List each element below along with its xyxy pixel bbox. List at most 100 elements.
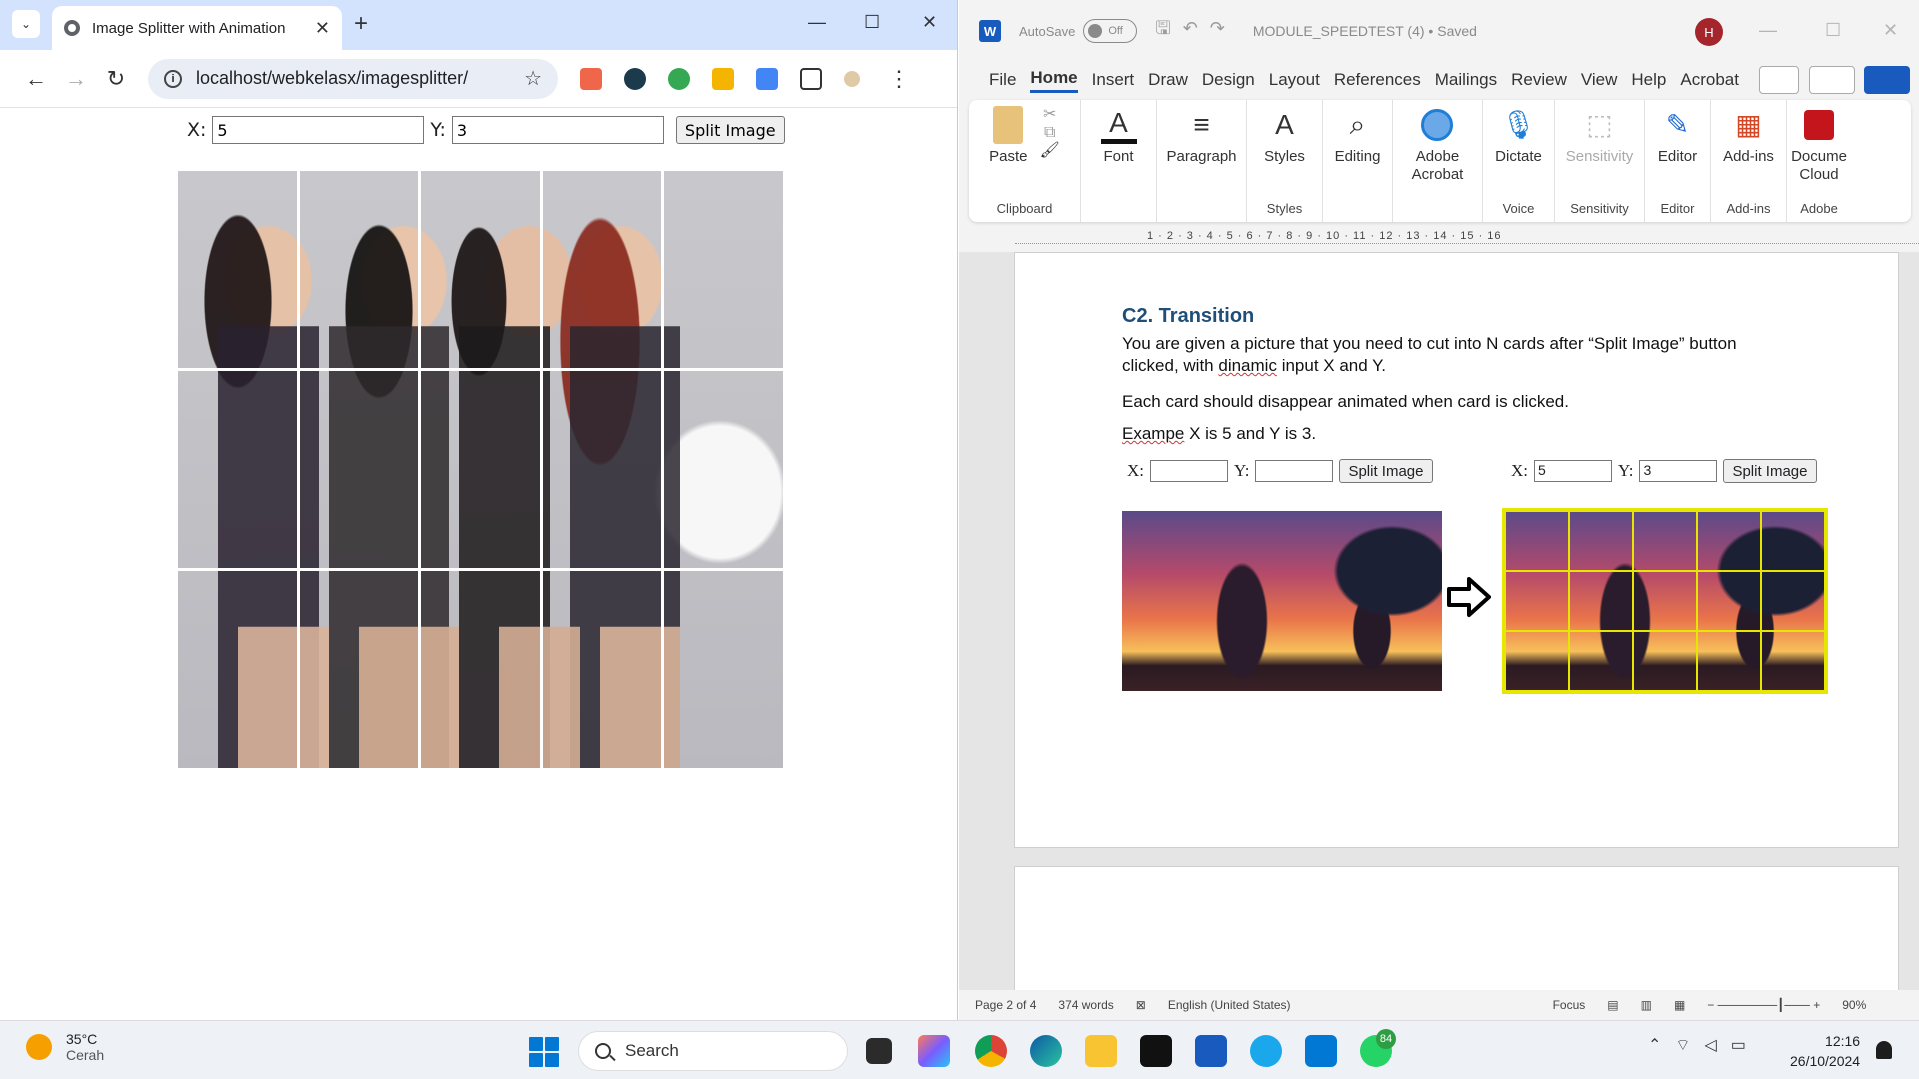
system-tray-icons[interactable]: ⌃⌔◁▭ [1648, 1035, 1760, 1055]
user-avatar[interactable]: H [1695, 18, 1723, 46]
tab-file[interactable]: File [989, 70, 1016, 90]
image-card[interactable] [664, 171, 783, 368]
browser-tab[interactable]: Image Splitter with Animation ✕ [52, 6, 342, 50]
profile-icon[interactable] [844, 70, 860, 87]
tab-design[interactable]: Design [1202, 70, 1255, 90]
image-card[interactable] [664, 571, 783, 768]
forward-icon[interactable]: → [56, 66, 96, 92]
editor-button[interactable]: ✎ Editor [1652, 106, 1703, 166]
image-card[interactable] [421, 371, 540, 568]
reload-icon[interactable]: ↻ [96, 66, 136, 92]
share-button[interactable] [1864, 66, 1910, 94]
extensions-puzzle-icon[interactable] [800, 67, 822, 90]
image-card[interactable] [299, 571, 419, 768]
document-area[interactable]: C2. Transition You are given a picture t… [959, 252, 1919, 990]
document-page-next[interactable] [1014, 866, 1899, 990]
paragraph-button[interactable]: ≡ Paragraph [1160, 106, 1242, 166]
image-card[interactable] [421, 571, 540, 768]
word-count[interactable]: 374 words [1058, 998, 1113, 1012]
ruler[interactable]: 1 · 2 · 3 · 4 · 5 · 6 · 7 · 8 · 9 · 10 ·… [959, 226, 1919, 250]
split-image-button[interactable]: Split Image [675, 116, 785, 144]
close-tab-icon[interactable]: ✕ [315, 18, 330, 39]
word-maximize-button[interactable]: ☐ [1825, 20, 1841, 41]
quick-access-icons[interactable]: 🖫↶↷ [1155, 16, 1237, 46]
weather-widget[interactable]: 35°C Cerah [26, 1031, 104, 1063]
address-bar[interactable]: i localhost/webkelasx/imagesplitter/ ☆ [148, 58, 558, 99]
site-info-icon[interactable]: i [164, 69, 182, 88]
tab-draw[interactable]: Draw [1148, 70, 1188, 90]
image-card[interactable] [664, 371, 783, 568]
autosave-toggle[interactable]: Off [1083, 19, 1138, 43]
clock[interactable]: 12:16 26/10/2024 [1790, 1031, 1860, 1071]
font-button[interactable]: A Font [1095, 106, 1143, 166]
image-card[interactable] [299, 371, 419, 568]
read-mode-icon[interactable]: ▤ [1607, 998, 1618, 1012]
edge-icon[interactable] [1030, 1035, 1062, 1067]
new-tab-button[interactable]: + [354, 10, 368, 38]
extension-1-icon[interactable] [580, 67, 602, 90]
word-minimize-button[interactable]: — [1759, 20, 1777, 41]
tab-home[interactable]: Home [1030, 68, 1078, 93]
print-layout-icon[interactable]: ▥ [1641, 998, 1652, 1012]
styles-button[interactable]: A Styles [1258, 106, 1311, 166]
image-card[interactable] [542, 371, 662, 568]
tab-mailings[interactable]: Mailings [1435, 70, 1497, 90]
document-title[interactable]: MODULE_SPEEDTEST (4) • Saved [1253, 23, 1477, 39]
document-page[interactable]: C2. Transition You are given a picture t… [1014, 252, 1899, 848]
editing-mode-button[interactable] [1809, 66, 1855, 94]
extension-3-icon[interactable] [668, 67, 690, 90]
addins-button[interactable]: ▦ Add-ins [1717, 106, 1780, 166]
tab-acrobat[interactable]: Acrobat [1680, 70, 1739, 90]
zoom-slider[interactable]: − ───────┃─── + [1707, 998, 1820, 1012]
focus-button[interactable]: Focus [1553, 998, 1586, 1012]
task-view-icon[interactable] [866, 1038, 892, 1064]
translate-icon[interactable] [756, 67, 778, 90]
word-close-button[interactable]: ✕ [1883, 20, 1898, 41]
extension-4-icon[interactable] [712, 67, 734, 90]
editing-button[interactable]: ⌕ Editing [1329, 106, 1387, 166]
language[interactable]: English (United States) [1168, 998, 1291, 1012]
tab-review[interactable]: Review [1511, 70, 1567, 90]
tab-search-button[interactable]: ⌄ [12, 10, 40, 38]
image-card[interactable] [421, 171, 540, 368]
tab-references[interactable]: References [1334, 70, 1421, 90]
y-input[interactable] [451, 116, 664, 144]
bookmark-star-icon[interactable]: ☆ [524, 66, 542, 91]
page-count[interactable]: Page 2 of 4 [975, 998, 1036, 1012]
dictate-button[interactable]: 🎙 Dictate [1489, 106, 1548, 166]
close-window-button[interactable]: ✕ [922, 12, 937, 33]
word-taskbar-icon[interactable] [1195, 1035, 1227, 1067]
comments-button[interactable] [1759, 66, 1799, 94]
tab-view[interactable]: View [1581, 70, 1618, 90]
vscode-icon[interactable] [1305, 1035, 1337, 1067]
image-card[interactable] [178, 571, 297, 768]
notification-bell-icon[interactable] [1876, 1041, 1892, 1059]
image-card[interactable] [542, 171, 662, 368]
sensitivity-button[interactable]: ⬚ Sensitivity [1560, 106, 1640, 166]
paste-button[interactable]: Paste [983, 106, 1033, 166]
back-icon[interactable]: ← [16, 66, 56, 92]
copilot-icon[interactable] [918, 1035, 950, 1067]
taskbar-search[interactable]: Search [578, 1031, 848, 1071]
chrome-icon[interactable] [975, 1035, 1007, 1067]
image-card[interactable] [178, 371, 297, 568]
adobe-acrobat-button[interactable]: Adobe Acrobat [1406, 106, 1470, 184]
zoom-level[interactable]: 90% [1842, 998, 1866, 1012]
app-blue-icon[interactable] [1250, 1035, 1282, 1067]
image-card[interactable] [542, 571, 662, 768]
x-input[interactable] [212, 116, 425, 144]
web-layout-icon[interactable]: ▦ [1674, 998, 1685, 1012]
more-menu-icon[interactable]: ⋮ [888, 66, 910, 92]
tab-insert[interactable]: Insert [1092, 70, 1135, 90]
tab-help[interactable]: Help [1631, 70, 1666, 90]
tradingview-icon[interactable] [1140, 1035, 1172, 1067]
tab-layout[interactable]: Layout [1269, 70, 1320, 90]
proofing-icon[interactable]: ⊠ [1136, 998, 1146, 1012]
file-explorer-icon[interactable] [1085, 1035, 1117, 1067]
image-card[interactable] [178, 171, 297, 368]
extension-2-icon[interactable] [624, 67, 646, 90]
start-button[interactable] [529, 1037, 559, 1067]
image-card[interactable] [299, 171, 419, 368]
minimize-button[interactable]: — [808, 12, 826, 33]
document-cloud-button[interactable]: Docume Cloud [1787, 106, 1851, 184]
